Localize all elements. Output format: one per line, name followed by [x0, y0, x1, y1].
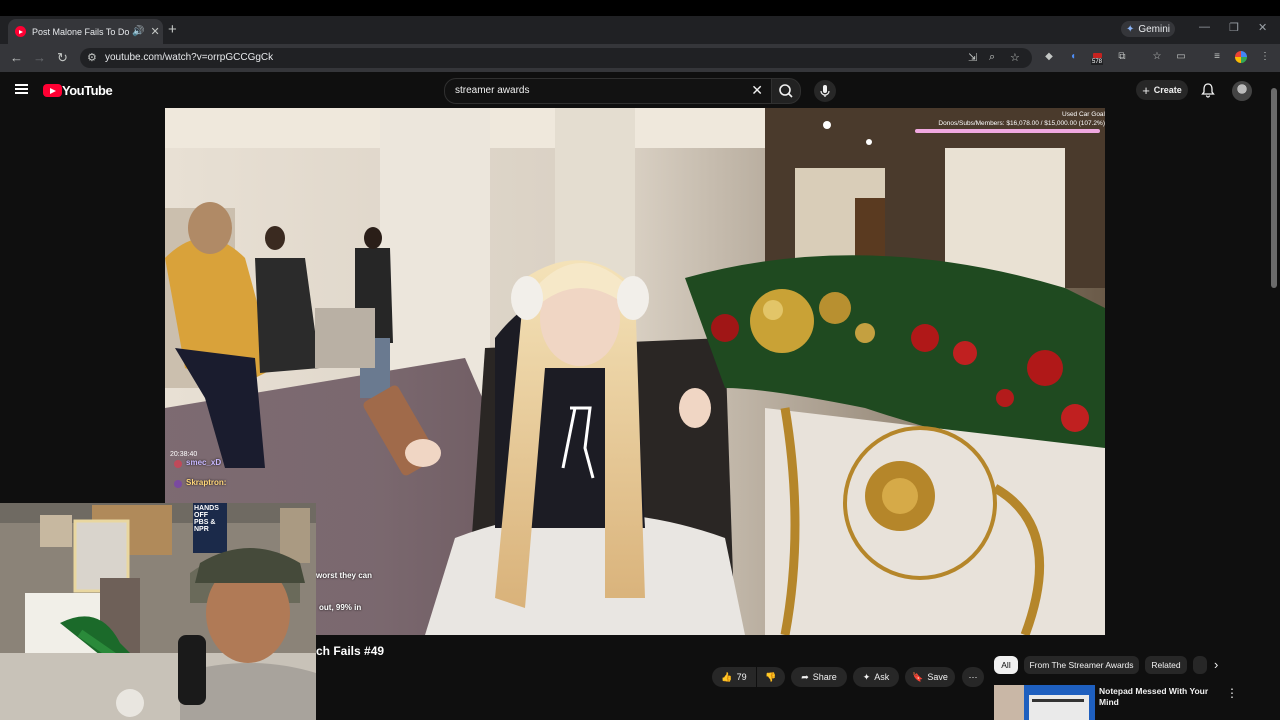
extension-icon[interactable]: ◆ — [1043, 50, 1055, 62]
thumbs-up-icon: 👍 — [721, 671, 733, 682]
share-arrow-icon: ➦ — [801, 671, 809, 682]
hamburger-menu-icon[interactable] — [15, 84, 28, 94]
like-button[interactable]: 👍 79 — [712, 667, 756, 687]
create-button[interactable]: + Create — [1136, 80, 1188, 100]
tab-title: Post Malone Fails To Do A Backflip — [32, 26, 130, 37]
bookmark-star-icon[interactable]: ☆ — [1010, 51, 1020, 64]
poster-line: OFF — [194, 512, 208, 519]
bookmarks-icon[interactable]: ☆ — [1151, 50, 1163, 62]
gemini-button[interactable]: ✦ Gemini — [1121, 21, 1175, 37]
speaker-icon[interactable]: 🔊 — [132, 26, 144, 37]
create-label: Create — [1153, 85, 1182, 95]
recommended-thumbnail[interactable] — [994, 685, 1095, 720]
sparkle-icon: ✦ — [862, 671, 871, 682]
dislike-button[interactable]: 👎 — [757, 667, 785, 687]
zoom-icon[interactable]: ⌕ — [989, 51, 995, 64]
back-arrow-icon[interactable]: ← — [10, 50, 23, 65]
poster-line: PBS & — [194, 519, 216, 526]
window-close-icon[interactable]: ✕ — [1258, 21, 1267, 34]
new-tab-button[interactable]: + — [168, 21, 177, 38]
chip-from-streamer-awards[interactable]: From The Streamer Awards — [1024, 656, 1139, 674]
extension-badge: 578 — [1091, 59, 1104, 65]
caption-line: out, 99% in — [319, 603, 362, 612]
video-title: ch Fails #49 — [316, 644, 385, 658]
side-panel-icon[interactable]: ▭ — [1175, 50, 1187, 62]
youtube-favicon-icon — [15, 26, 26, 37]
chat-username: smec_xD — [186, 458, 222, 467]
webcam-poster: HANDS OFF PBS & NPR — [194, 505, 227, 533]
stream-timestamp: 20:38:40 — [170, 451, 198, 458]
thumbnail-image — [994, 685, 1095, 720]
ask-button[interactable]: ✦ Ask — [853, 667, 899, 687]
audio-extension-icon[interactable]: ◖ — [1067, 50, 1079, 62]
like-count: 79 — [736, 672, 747, 682]
plus-icon: + — [1142, 82, 1150, 98]
tab-close-icon[interactable]: ✕ — [150, 25, 159, 38]
voice-search-button[interactable] — [814, 80, 836, 102]
search-button[interactable] — [771, 78, 801, 104]
chip-all[interactable]: All — [994, 656, 1018, 674]
puzzle-extensions-icon[interactable]: ⧉ — [1116, 50, 1128, 62]
gemini-label: Gemini — [1138, 23, 1171, 35]
chrome-profile-avatar[interactable] — [1235, 51, 1247, 63]
search-input[interactable]: streamer awards ✕ — [444, 78, 772, 104]
reload-icon[interactable]: ↻ — [57, 50, 68, 66]
youtube-wordmark[interactable]: YouTube — [62, 83, 113, 98]
chat-badge-icon — [174, 480, 182, 488]
browser-tab-active[interactable]: Post Malone Fails To Do A Backflip 🔊 ✕ — [8, 19, 163, 44]
chip-overflow[interactable] — [1193, 656, 1207, 674]
minimize-icon[interactable]: — — [1199, 21, 1210, 33]
save-button[interactable]: 🔖 Save — [905, 667, 955, 687]
save-label: Save — [927, 672, 948, 682]
tab-strip — [0, 16, 1280, 44]
site-info-icon[interactable]: ⚙ — [87, 51, 97, 64]
forward-arrow-icon[interactable]: → — [33, 50, 46, 65]
restore-icon[interactable]: ❐ — [1229, 21, 1239, 34]
user-avatar[interactable] — [1232, 81, 1252, 101]
bookmark-icon: 🔖 — [912, 671, 924, 682]
search-value: streamer awards — [455, 85, 530, 96]
goal-text: Donos/Subs/Members: $16,078.00 / $15,000… — [938, 120, 1105, 127]
webcam-overlay — [0, 503, 316, 720]
ask-label: Ask — [874, 672, 890, 682]
gemini-sparkle-icon: ✦ — [1125, 23, 1135, 35]
window-top-border — [0, 0, 1280, 16]
chat-badge-icon — [174, 460, 182, 468]
more-actions-button[interactable]: ⋯ — [962, 667, 984, 687]
share-button[interactable]: ➦ Share — [791, 667, 847, 687]
install-app-icon[interactable]: ⇲ — [968, 51, 977, 64]
goal-progress-bar — [915, 129, 1100, 133]
thumbs-down-icon: 👎 — [765, 671, 777, 682]
more-horizontal-icon: ⋯ — [968, 671, 978, 682]
url-text: youtube.com/watch?v=orrpGCCGgCk — [105, 52, 274, 63]
page-scrollbar[interactable] — [1271, 88, 1277, 288]
chip-related[interactable]: Related — [1145, 656, 1187, 674]
youtube-logo-icon[interactable] — [43, 84, 62, 97]
search-icon — [779, 84, 793, 98]
poster-line: HANDS — [194, 505, 219, 512]
stream-goal-overlay: Used Car Goal Donos/Subs/Members: $16,07… — [905, 110, 1105, 128]
chrome-menu-icon[interactable]: ⋮ — [1259, 50, 1271, 62]
microphone-icon — [820, 85, 830, 97]
clear-search-icon[interactable]: ✕ — [751, 82, 763, 99]
recommended-video-title[interactable]: Notepad Messed With Your Mind — [1099, 686, 1219, 708]
poster-line: NPR — [194, 526, 209, 533]
goal-title: Used Car Goal — [1062, 111, 1105, 118]
recommended-menu-icon[interactable]: ⋮ — [1226, 686, 1238, 700]
share-label: Share — [812, 672, 837, 682]
chat-username: Skraptron: — [186, 478, 227, 487]
caption-line: worst they can — [316, 571, 373, 580]
chips-next-icon[interactable]: › — [1214, 657, 1218, 672]
red-extension-icon[interactable] — [1093, 53, 1102, 58]
webcam-frame — [0, 503, 316, 720]
media-control-icon[interactable]: ≡ — [1211, 50, 1223, 62]
omnibox[interactable]: ⚙ youtube.com/watch?v=orrpGCCGgCk — [80, 48, 1032, 68]
notifications-bell-icon[interactable] — [1200, 82, 1216, 103]
